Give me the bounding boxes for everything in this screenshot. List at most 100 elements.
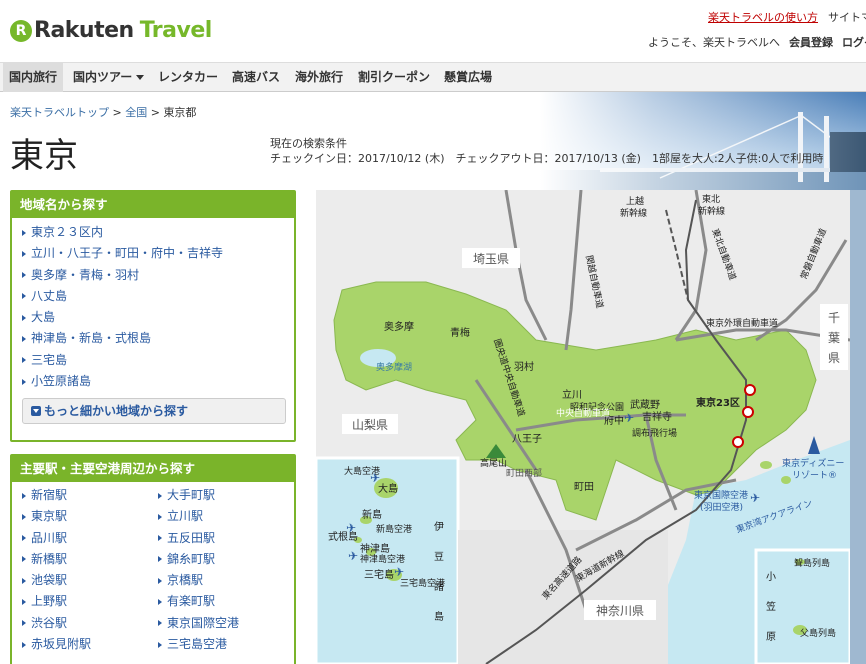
list-item[interactable]: 新橋駅 xyxy=(22,549,158,570)
airplane-icon: ✈ xyxy=(624,411,634,425)
region-link-label: 神津島・新島・式根島 xyxy=(31,331,152,346)
list-item[interactable]: 奥多摩・青梅・羽村 xyxy=(22,265,286,286)
nav-domestic-tour[interactable]: 国内ツアー xyxy=(73,63,145,92)
register-link[interactable]: 会員登録 xyxy=(789,34,833,50)
chiba-label-1: 千 xyxy=(828,311,840,325)
login-link[interactable]: ログイ xyxy=(842,34,866,50)
list-item[interactable]: 小笠原諸島 xyxy=(22,371,286,392)
howto-link[interactable]: 楽天トラベルの使い方 xyxy=(708,9,818,25)
station-link-label: 大手町駅 xyxy=(167,488,216,502)
list-item[interactable]: 品川駅 xyxy=(22,528,158,549)
map-label-okutamako: 奥多摩湖 xyxy=(376,361,412,373)
arrow-right-icon xyxy=(22,577,26,584)
rakuten-r-icon: R xyxy=(10,19,32,42)
nav-prize[interactable]: 懸賞広場 xyxy=(444,63,492,92)
saitama-label: 埼玉県 xyxy=(473,252,509,266)
arrow-right-icon xyxy=(158,535,162,542)
nav-highway-bus[interactable]: 高速バス xyxy=(232,63,280,92)
arrow-right-icon xyxy=(22,598,26,605)
map-label-okutama: 奥多摩 xyxy=(384,320,414,333)
map-label-joshinetsu-2: 新幹線 xyxy=(620,207,647,219)
chiba-label-3: 県 xyxy=(828,351,840,365)
list-item[interactable]: 錦糸町駅 xyxy=(158,549,288,570)
map-label-haneda-1: 東京国際空港 xyxy=(694,489,748,501)
list-item[interactable]: 立川・八王子・町田・府中・吉祥寺 xyxy=(22,243,286,264)
station-link-label: 五反田駅 xyxy=(167,530,216,545)
arrow-right-icon xyxy=(22,620,26,627)
station-link-label: 赤坂見附駅 xyxy=(31,637,92,652)
airplane-icon: ✈ xyxy=(370,471,380,485)
arrow-right-icon xyxy=(22,492,26,499)
logo-rakuten-text: Rakuten xyxy=(34,18,134,43)
list-item[interactable]: 神津島・新島・式根島 xyxy=(22,328,286,349)
map-label-joshinetsu-1: 上越 xyxy=(626,195,644,207)
page-title: 東京 xyxy=(10,136,78,176)
more-regions-label: もっと細かい地域から探す xyxy=(44,404,189,419)
sitemap-link[interactable]: サイトマ xyxy=(828,9,866,25)
arrow-right-icon xyxy=(158,513,162,520)
list-item[interactable]: 大島 xyxy=(22,307,286,328)
map-label-gaikan: 東京外環自動車道 xyxy=(706,317,778,329)
list-item[interactable]: 有楽町駅 xyxy=(158,591,288,612)
island-shape xyxy=(760,461,772,469)
list-item[interactable]: 東京２３区内 xyxy=(22,222,286,243)
nav-domestic-travel[interactable]: 国内旅行 xyxy=(3,63,64,92)
map-label-takao: 高尾山 xyxy=(480,457,507,469)
list-item[interactable]: 立川駅 xyxy=(158,506,288,527)
arrow-right-icon xyxy=(22,335,26,342)
list-item[interactable]: 東京国際空港 xyxy=(158,613,288,634)
airplane-icon: ✈ xyxy=(346,521,356,535)
chevron-down-icon xyxy=(136,75,145,80)
airplane-icon: ✈ xyxy=(750,491,760,505)
map-label-ogasawara-1: 小 xyxy=(766,571,776,583)
list-item[interactable]: 八丈島 xyxy=(22,286,286,307)
station-link-label: 立川駅 xyxy=(167,509,204,524)
map-label-kozu: 神津島 xyxy=(360,542,390,555)
more-regions-button[interactable]: もっと細かい地域から探す xyxy=(22,398,286,425)
nav-overseas-travel[interactable]: 海外旅行 xyxy=(295,63,343,92)
nav-coupon[interactable]: 割引クーポン xyxy=(358,63,430,92)
list-item[interactable]: 京橋駅 xyxy=(158,570,288,591)
arrow-right-icon xyxy=(158,620,162,627)
list-item[interactable]: 赤坂見附駅 xyxy=(22,634,158,655)
tokyo-region-map[interactable]: 埼玉県 山梨県 神奈川県 千 葉 県 奥多摩 青梅 奥多摩湖 羽村 立川 昭和記… xyxy=(316,190,850,664)
list-item[interactable]: 新宿駅 xyxy=(22,485,158,506)
search-conditions-detail: チェックイン日：2017/10/12 (木) チェックアウト日：2017/10/… xyxy=(270,152,824,165)
station-link-label: 渋谷駅 xyxy=(31,615,68,630)
map-label-hamura: 羽村 xyxy=(514,360,534,373)
list-item[interactable]: 上野駅 xyxy=(22,591,158,612)
map-label-disney-2: リゾート® xyxy=(792,470,837,481)
station-link-label: 有楽町駅 xyxy=(167,594,216,609)
breadcrumb-top-link[interactable]: 楽天トラベルトップ xyxy=(10,106,109,119)
list-item[interactable]: 渋谷駅 xyxy=(22,613,158,634)
arrow-right-icon xyxy=(22,513,26,520)
island-shape xyxy=(781,476,791,484)
list-item[interactable]: 東京駅 xyxy=(22,506,158,527)
map-label-izu-1: 伊 xyxy=(434,521,444,533)
map-edge-strip xyxy=(850,190,866,664)
list-item[interactable]: 池袋駅 xyxy=(22,570,158,591)
station-link-label: 京橋駅 xyxy=(167,573,204,588)
list-item[interactable]: 大手町駅 xyxy=(158,485,288,506)
region-link-label: 大島 xyxy=(31,310,56,325)
map-label-chichijima: 父島列島 xyxy=(800,627,836,639)
arrow-right-icon xyxy=(22,641,26,648)
map-label-niijima-airport: 新島空港 xyxy=(376,523,412,535)
list-item[interactable]: 三宅島空港 xyxy=(158,634,288,655)
region-search-panel: 地域名から探す 東京２３区内 立川・八王子・町田・府中・吉祥寺 奥多摩・青梅・羽… xyxy=(10,190,296,442)
airplane-icon: ✈ xyxy=(394,565,404,579)
map-label-izu-3: 諸 xyxy=(434,580,444,593)
search-conditions-heading: 現在の検索条件 xyxy=(270,137,347,150)
site-header: R Rakuten Travel 楽天トラベルの使い方 サイトマ ようこそ、楽天… xyxy=(0,0,866,62)
nav-rental-car[interactable]: レンタカー xyxy=(158,63,218,92)
list-item[interactable]: 三宅島 xyxy=(22,350,286,371)
arrow-right-icon xyxy=(22,314,26,321)
station-link-label: 東京国際空港 xyxy=(167,615,240,630)
arrow-right-icon xyxy=(158,641,162,648)
breadcrumb-all-link[interactable]: 全国 xyxy=(125,106,147,119)
map-label-chofu-airfield: 調布飛行場 xyxy=(632,427,677,439)
region-link-label: 奥多摩・青梅・羽村 xyxy=(31,267,140,282)
rakuten-travel-logo[interactable]: R Rakuten Travel xyxy=(10,18,212,43)
arrow-right-icon xyxy=(22,272,26,279)
list-item[interactable]: 五反田駅 xyxy=(158,528,288,549)
